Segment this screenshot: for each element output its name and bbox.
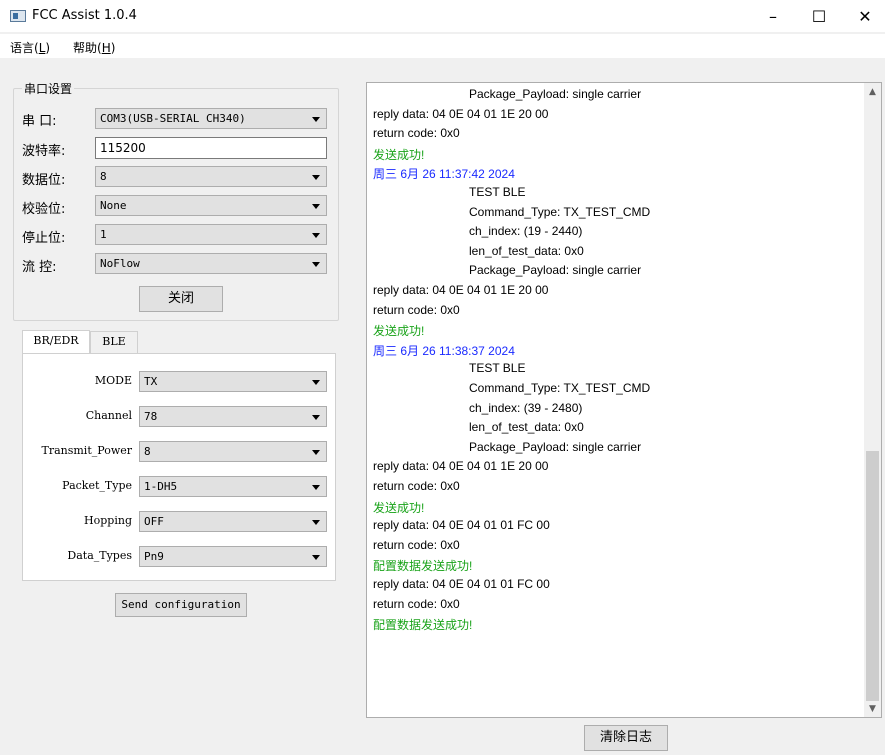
chevron-down-icon — [312, 380, 320, 385]
chevron-down-icon — [312, 175, 320, 180]
data-types-value: Pn9 — [144, 550, 164, 563]
chevron-down-icon — [312, 233, 320, 238]
tab-bredr[interactable]: BR/EDR — [22, 330, 90, 354]
chevron-down-icon — [312, 520, 320, 525]
log-line: return code: 0x0 — [373, 126, 460, 141]
flow-label: 流 控: — [22, 260, 57, 275]
app-icon — [10, 10, 26, 22]
data-types-select[interactable]: Pn9 — [139, 546, 327, 567]
maximize-button[interactable]: ☐ — [796, 0, 842, 32]
channel-label: Channel — [85, 409, 132, 422]
send-configuration-button[interactable]: Send configuration — [115, 593, 247, 617]
close-window-button[interactable]: ✕ — [842, 0, 885, 32]
log-line: ch_index: (39 - 2480) — [469, 400, 583, 415]
log-line: Package_Payload: single carrier — [469, 439, 642, 454]
log-line: 发送成功! — [373, 147, 425, 162]
databits-value: 8 — [100, 170, 107, 183]
log-line: reply data: 04 0E 04 01 1E 20 00 — [373, 106, 549, 121]
log-line: 配置数据发送成功! — [373, 618, 473, 633]
parity-value: None — [100, 199, 127, 212]
hopping-label: Hopping — [84, 514, 132, 527]
databits-select[interactable]: 8 — [95, 166, 327, 187]
menu-help-label: 帮助( — [73, 41, 102, 55]
chevron-down-icon — [312, 415, 320, 420]
scroll-up-icon[interactable]: ▲ — [864, 83, 881, 100]
tab-ble[interactable]: BLE — [90, 331, 138, 353]
menu-help-suffix: ) — [110, 41, 116, 55]
transmit-power-label: Transmit_Power — [41, 444, 132, 457]
log-line: TEST BLE — [469, 361, 526, 376]
log-line: Command_Type: TX_TEST_CMD — [469, 204, 651, 219]
chevron-down-icon — [312, 485, 320, 490]
channel-select[interactable]: 78 — [139, 406, 327, 427]
log-line: reply data: 04 0E 04 01 01 FC 00 — [373, 518, 550, 533]
stopbits-select[interactable]: 1 — [95, 224, 327, 245]
log-line: TEST BLE — [469, 185, 526, 199]
log-line: len_of_test_data: 0x0 — [469, 243, 584, 258]
log-line: 配置数据发送成功! — [373, 559, 473, 574]
stopbits-value: 1 — [100, 228, 107, 241]
log-line: ch_index: (19 - 2440) — [469, 224, 583, 239]
log-line: Package_Payload: single carrier — [469, 263, 642, 278]
chevron-down-icon — [312, 204, 320, 209]
log-line: reply data: 04 0E 04 01 1E 20 00 — [373, 283, 549, 297]
log-output[interactable]: Package_Payload: single carrier reply dat… — [366, 82, 882, 718]
flow-select[interactable]: NoFlow — [95, 253, 327, 274]
clear-log-button[interactable]: 清除日志 — [584, 725, 668, 751]
menu-help[interactable]: 帮助(H) — [73, 39, 115, 56]
log-line: reply data: 04 0E 04 01 1E 20 00 — [373, 459, 549, 474]
window-title: FCC Assist 1.0.4 — [32, 8, 137, 23]
scroll-thumb[interactable] — [866, 451, 879, 701]
log-line: return code: 0x0 — [373, 479, 460, 493]
scroll-down-icon[interactable]: ▼ — [864, 700, 881, 717]
baud-label: 波特率: — [22, 144, 66, 159]
title-bar: FCC Assist 1.0.4 – ☐ ✕ — [0, 0, 885, 32]
log-line: 周三 6月 26 11:37:42 2024 — [373, 167, 515, 182]
transmit-power-select[interactable]: 8 — [139, 441, 327, 462]
menu-language-label: 语言( — [10, 41, 39, 55]
chevron-down-icon — [312, 262, 320, 267]
databits-label: 数据位: — [22, 173, 66, 188]
hopping-select[interactable]: OFF — [139, 511, 327, 532]
minimize-button[interactable]: – — [750, 0, 796, 32]
channel-value: 78 — [144, 410, 158, 423]
transmit-power-value: 8 — [144, 445, 151, 458]
stopbits-label: 停止位: — [22, 231, 66, 246]
close-port-button[interactable]: 关闭 — [139, 286, 223, 312]
log-line: 发送成功! — [373, 500, 425, 515]
baud-input[interactable]: 115200 — [95, 137, 327, 159]
hopping-value: OFF — [144, 515, 164, 528]
serial-settings-title: 串口设置 — [22, 80, 75, 97]
log-line: 周三 6月 26 11:38:37 2024 — [373, 343, 515, 358]
log-line: Command_Type: TX_TEST_CMD — [469, 381, 651, 395]
flow-value: NoFlow — [100, 257, 140, 270]
mode-label: MODE — [94, 374, 132, 387]
menu-help-key: H — [101, 41, 111, 55]
packet-type-label: Packet_Type — [62, 479, 132, 492]
parity-select[interactable]: None — [95, 195, 327, 216]
parity-label: 校验位: — [22, 202, 66, 217]
port-value: COM3(USB-SERIAL CH340) — [100, 112, 246, 125]
port-select[interactable]: COM3(USB-SERIAL CH340) — [95, 108, 327, 129]
log-line: return code: 0x0 — [373, 537, 460, 552]
scrollbar[interactable]: ▲ ▼ — [864, 83, 881, 717]
chevron-down-icon — [312, 450, 320, 455]
chevron-down-icon — [312, 117, 320, 122]
log-line: Package_Payload: single carrier — [469, 87, 642, 101]
packet-type-select[interactable]: 1-DH5 — [139, 476, 327, 497]
log-line: return code: 0x0 — [373, 302, 460, 317]
log-line: 发送成功! — [373, 324, 425, 339]
log-line: return code: 0x0 — [373, 596, 460, 611]
mode-value: TX — [144, 375, 158, 388]
packet-type-value: 1-DH5 — [144, 480, 178, 493]
chevron-down-icon — [312, 555, 320, 560]
menu-bar: 语言(L) 帮助(H) — [0, 34, 885, 58]
log-line: len_of_test_data: 0x0 — [469, 420, 584, 435]
menu-language[interactable]: 语言(L) — [10, 39, 50, 56]
data-types-label: Data_Types — [67, 549, 132, 562]
mode-select[interactable]: TX — [139, 371, 327, 392]
log-line: reply data: 04 0E 04 01 01 FC 00 — [373, 577, 550, 591]
menu-language-suffix: ) — [45, 41, 51, 55]
port-label: 串 口: — [22, 114, 57, 129]
